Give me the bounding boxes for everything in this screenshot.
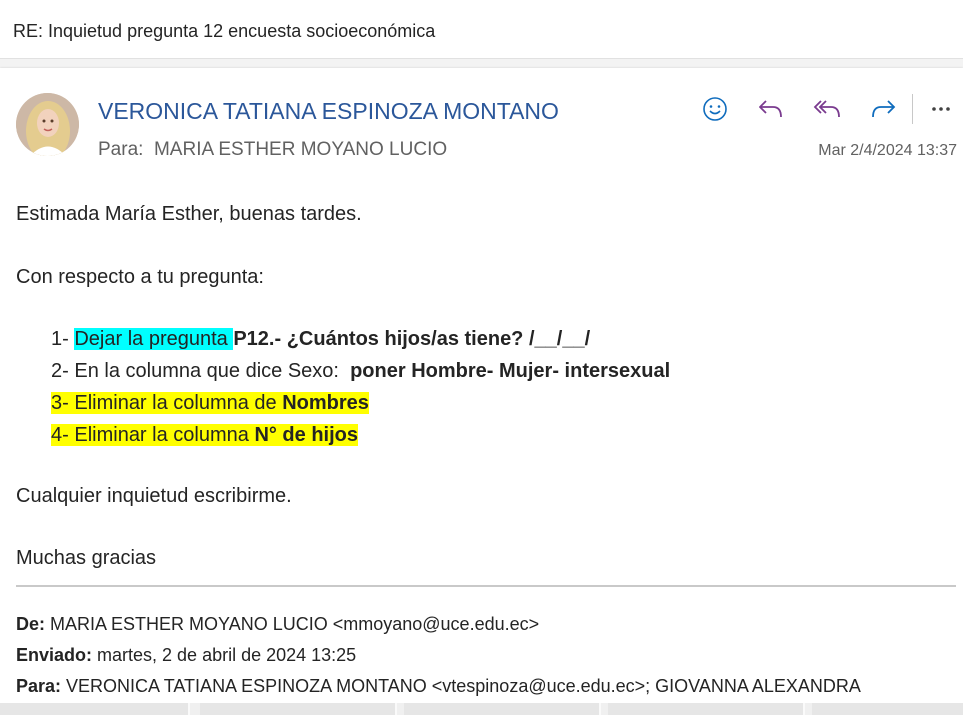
item-bold: P12.- ¿Cuántos hijos/as tiene? /__/__/ xyxy=(233,328,591,350)
closing-line-2: Muchas gracias xyxy=(16,547,157,569)
list-item: 2- En la columna que dice Sexo: poner Ho… xyxy=(51,360,670,383)
reply-icon[interactable] xyxy=(756,94,786,124)
more-icon[interactable] xyxy=(926,94,956,124)
avatar-photo-icon xyxy=(16,93,79,156)
forward-icon[interactable] xyxy=(868,94,898,124)
bottom-tab[interactable] xyxy=(0,703,190,715)
item-highlight: Eliminar la columna de xyxy=(74,392,283,414)
actions-divider xyxy=(912,94,913,124)
reply-all-icon[interactable] xyxy=(812,94,842,124)
to-value: VERONICA TATIANA ESPINOZA MONTANO <vtesp… xyxy=(61,676,861,696)
bottom-tab[interactable] xyxy=(608,703,805,715)
bottom-strip xyxy=(0,703,963,715)
avatar[interactable] xyxy=(16,93,79,156)
recipient-line: Para: MARIA ESTHER MOYANO LUCIO xyxy=(98,139,447,161)
list-item: 1- Dejar la pregunta P12.- ¿Cuántos hijo… xyxy=(51,328,590,351)
list-item: 4- Eliminar la columna N° de hijos xyxy=(51,424,359,447)
bottom-tab[interactable] xyxy=(812,703,963,715)
bottom-tab[interactable] xyxy=(200,703,397,715)
to-label: Para: xyxy=(16,676,62,696)
message-date: Mar 2/4/2024 13:37 xyxy=(818,142,957,159)
item-highlight: Eliminar la columna xyxy=(74,424,255,446)
quoted-from: De: MARIA ESTHER MOYANO LUCIO <mmoyano@u… xyxy=(16,614,539,635)
to-value[interactable]: MARIA ESTHER MOYANO LUCIO xyxy=(154,139,447,160)
bottom-tab[interactable] xyxy=(404,703,601,715)
item-highlight: Dejar la pregunta xyxy=(74,328,234,350)
quoted-to: Para: VERONICA TATIANA ESPINOZA MONTANO … xyxy=(16,676,861,697)
closing-line-1: Cualquier inquietud escribirme. xyxy=(16,485,292,507)
to-label: Para: xyxy=(98,139,144,160)
subject-bar: RE: Inquietud pregunta 12 encuesta socio… xyxy=(0,0,963,59)
item-number: 2- xyxy=(51,360,69,382)
email-subject: RE: Inquietud pregunta 12 encuesta socio… xyxy=(13,21,436,41)
quote-separator xyxy=(16,585,956,587)
item-number: 3- xyxy=(51,392,69,414)
item-number: 1- xyxy=(51,328,69,350)
from-label: De: xyxy=(16,614,46,634)
item-bold: poner Hombre- Mujer- intersexual xyxy=(350,360,671,382)
quoted-sent: Enviado: martes, 2 de abril de 2024 13:2… xyxy=(16,645,356,666)
message-card: VERONICA TATIANA ESPINOZA MONTANO Para: … xyxy=(0,68,963,715)
sent-value: martes, 2 de abril de 2024 13:25 xyxy=(92,645,357,665)
item-bold: N° de hijos xyxy=(254,424,359,446)
item-text: En la columna que dice Sexo: xyxy=(74,360,351,382)
list-item: 3- Eliminar la columna de Nombres xyxy=(51,392,369,415)
intro: Con respecto a tu pregunta: xyxy=(16,266,264,288)
from-value: MARIA ESTHER MOYANO LUCIO <mmoyano@uce.e… xyxy=(45,614,540,634)
smiley-icon[interactable] xyxy=(700,94,730,124)
sent-label: Enviado: xyxy=(16,645,93,665)
greeting: Estimada María Esther, buenas tardes. xyxy=(16,203,362,225)
item-number: 4- xyxy=(51,424,69,446)
sender-name[interactable]: VERONICA TATIANA ESPINOZA MONTANO xyxy=(98,98,559,125)
item-bold: Nombres xyxy=(282,392,369,414)
